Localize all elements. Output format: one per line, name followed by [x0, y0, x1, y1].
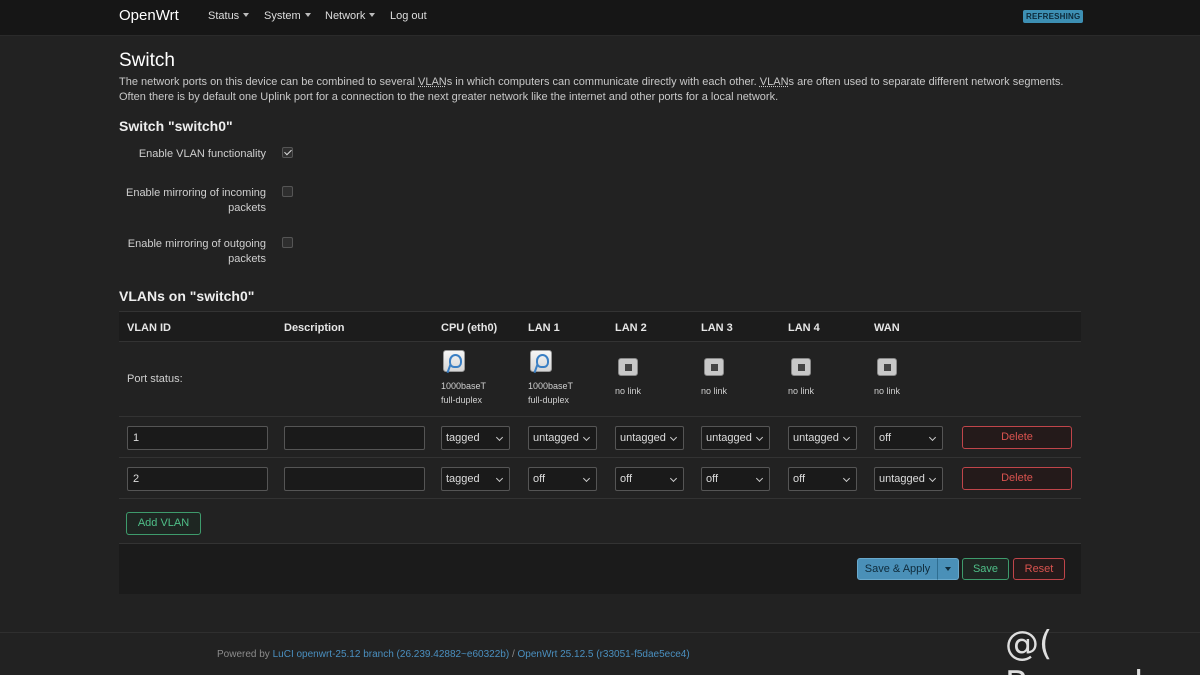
port-down-icon — [791, 358, 811, 376]
col-wan: WAN — [874, 322, 900, 334]
port-up-icon — [443, 350, 465, 372]
port-lan1-select[interactable]: off — [528, 467, 597, 491]
port-lan4: no link — [788, 350, 868, 398]
nav-system-menu[interactable]: System — [264, 10, 311, 22]
col-description: Description — [284, 322, 345, 334]
add-vlan-button[interactable]: Add VLAN — [126, 512, 201, 535]
enable-vlan-label: Enable VLAN functionality — [138, 148, 266, 160]
port-cpu: 1000baseT full-duplex — [441, 350, 521, 407]
port-lan2-select[interactable]: off — [615, 467, 684, 491]
vlan-id-input[interactable] — [127, 467, 268, 491]
nav-status-menu[interactable]: Status — [208, 10, 250, 22]
top-navbar: OpenWrt Status System Network Log out RE… — [0, 0, 1200, 36]
port-cpu-select[interactable]: tagged — [441, 426, 510, 450]
nav-logout-link[interactable]: Log out — [390, 10, 427, 22]
vlan-description-input[interactable] — [284, 426, 425, 450]
port-wan-select[interactable]: untagged — [874, 467, 943, 491]
port-down-icon — [618, 358, 638, 376]
powered-by-text: Powered by — [217, 649, 273, 660]
vlan-id-input[interactable] — [127, 426, 268, 450]
nav-network-menu[interactable]: Network — [325, 10, 376, 22]
refreshing-badge[interactable]: REFRESHING — [1023, 10, 1084, 23]
vlan-abbr: VLAN — [759, 76, 789, 88]
port-cpu-select[interactable]: tagged — [441, 467, 510, 491]
port-lan2-select[interactable]: untagged — [615, 426, 684, 450]
port-down-icon — [704, 358, 724, 376]
port-lan2: no link — [615, 350, 695, 398]
caret-down-icon — [369, 13, 376, 17]
footer-separator: / — [509, 649, 518, 660]
vlan-abbr: VLAN — [418, 76, 447, 88]
port-lan3-select[interactable]: untagged — [701, 426, 770, 450]
port-status-text: 1000baseT full-duplex — [528, 381, 574, 405]
vlan-row: tagged untagged untagged untagged untagg… — [119, 417, 1081, 458]
port-lan3: no link — [701, 350, 781, 398]
switch-section-title: Switch "switch0" — [119, 118, 233, 134]
caret-down-icon — [243, 13, 250, 17]
col-lan3: LAN 3 — [701, 322, 733, 334]
page-description: The network ports on this device can be … — [119, 75, 1084, 105]
brand-logo[interactable]: OpenWrt — [119, 7, 179, 24]
port-lan1-select[interactable]: untagged — [528, 426, 597, 450]
mirror-incoming-checkbox[interactable] — [282, 186, 293, 197]
mirror-outgoing-label: Enable mirroring of outgoing packets — [127, 238, 266, 265]
port-wan: no link — [874, 350, 954, 398]
port-lan4-select[interactable]: off — [788, 467, 857, 491]
col-cpu: CPU (eth0) — [441, 322, 498, 334]
vlan-section-title: VLANs on "switch0" — [119, 288, 255, 304]
col-vlan-id: VLAN ID — [127, 322, 171, 334]
powered-by-footer: Powered by LuCI openwrt-25.12 branch (26… — [217, 649, 690, 660]
description-text: s in which computers can communicate dir… — [446, 76, 760, 88]
delete-vlan-button[interactable]: Delete — [962, 467, 1072, 490]
port-status-text: 1000baseT full-duplex — [441, 381, 487, 405]
page-title: Switch — [119, 50, 175, 71]
delete-vlan-button[interactable]: Delete — [962, 426, 1072, 449]
port-status-label: Port status: — [127, 373, 183, 385]
port-status-text: no link — [701, 386, 728, 396]
vlan-row: tagged off off off off untagged Delete — [119, 458, 1081, 499]
description-text: The network ports on this device can be … — [119, 76, 418, 88]
port-lan3-select[interactable]: off — [701, 467, 770, 491]
port-lan4-select[interactable]: untagged — [788, 426, 857, 450]
save-apply-button[interactable]: Save & Apply — [857, 558, 938, 580]
vlan-table-header: VLAN ID Description CPU (eth0) LAN 1 LAN… — [119, 311, 1081, 342]
col-lan4: LAN 4 — [788, 322, 820, 334]
mirror-incoming-label: Enable mirroring of incoming packets — [125, 187, 266, 214]
mirror-outgoing-checkbox[interactable] — [282, 237, 293, 248]
save-button[interactable]: Save — [962, 558, 1009, 580]
port-status-text: no link — [788, 386, 815, 396]
nav-status-label: Status — [208, 10, 240, 22]
caret-down-icon — [304, 13, 311, 17]
col-lan2: LAN 2 — [615, 322, 647, 334]
luci-link[interactable]: LuCI openwrt-25.12 branch (26.239.42882~… — [273, 649, 510, 660]
port-down-icon — [877, 358, 897, 376]
port-wan-select[interactable]: off — [874, 426, 943, 450]
bazos-watermark: @( Bazos.sk — [1005, 624, 1154, 675]
openwrt-link[interactable]: OpenWrt 25.12.5 (r33051-f5dae5ece4) — [518, 649, 690, 660]
save-apply-dropdown-icon[interactable] — [937, 558, 959, 580]
reset-button[interactable]: Reset — [1013, 558, 1065, 580]
vlan-description-input[interactable] — [284, 467, 425, 491]
nav-network-label: Network — [325, 10, 366, 22]
port-lan1: 1000baseT full-duplex — [528, 350, 608, 407]
port-status-text: no link — [874, 386, 901, 396]
port-up-icon — [530, 350, 552, 372]
port-status-text: no link — [615, 386, 642, 396]
col-lan1: LAN 1 — [528, 322, 560, 334]
port-status-row: Port status: 1000baseT full-duplex 1000b… — [119, 342, 1081, 417]
nav-system-label: System — [264, 10, 301, 22]
enable-vlan-checkbox[interactable] — [282, 147, 293, 158]
